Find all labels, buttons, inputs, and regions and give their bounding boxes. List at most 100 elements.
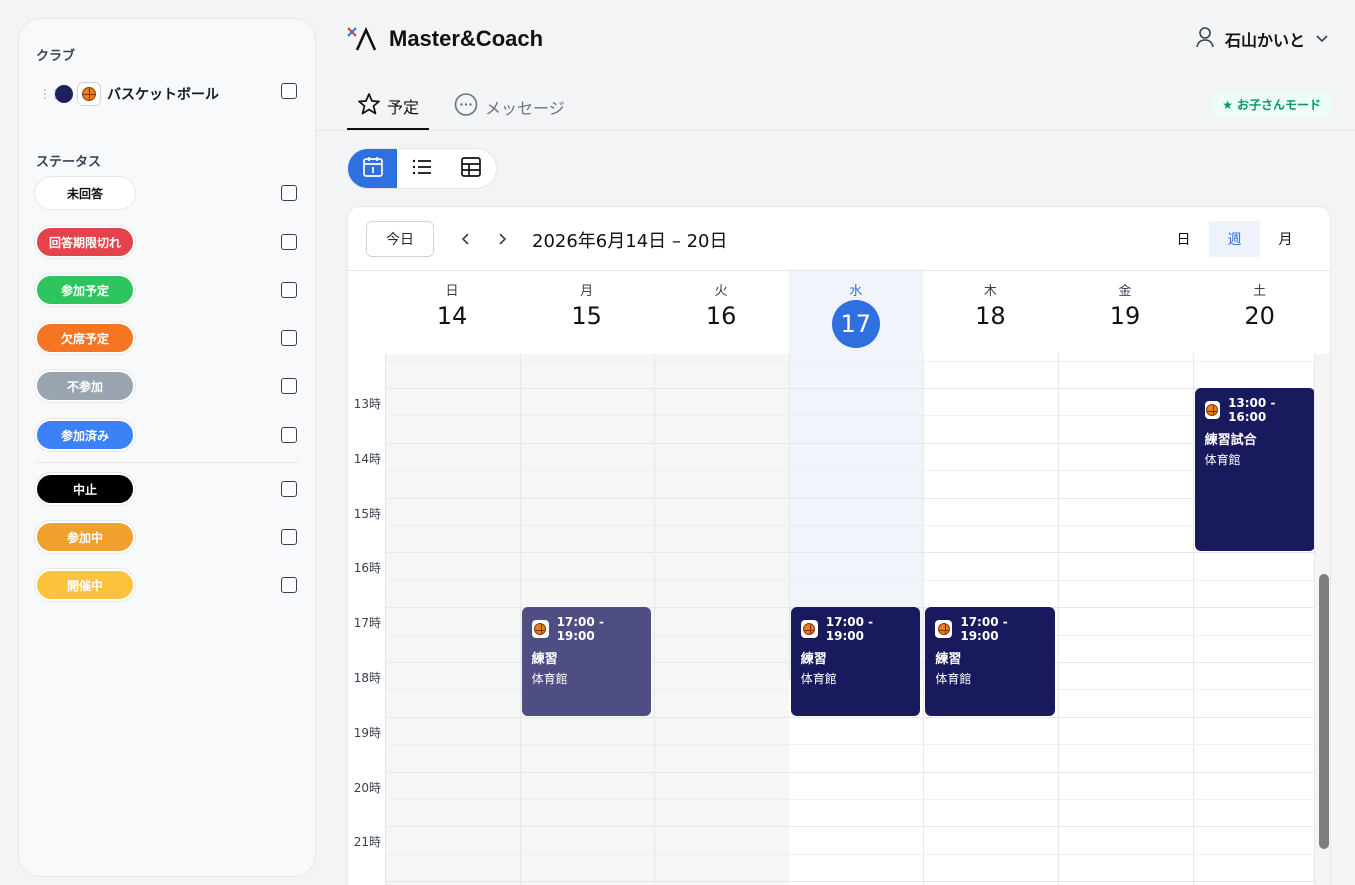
list-view-button[interactable] [397, 149, 446, 188]
status-checkbox[interactable] [281, 481, 297, 497]
day-column[interactable] [654, 354, 789, 885]
status-pill: 参加済み [35, 419, 135, 451]
star-filled-icon: ★ [1222, 97, 1233, 112]
hour-line [385, 497, 1314, 499]
hour-line [385, 552, 1314, 554]
status-section-title: ステータス [36, 155, 102, 170]
status-checkbox[interactable] [281, 282, 297, 298]
hour-label: 21時 [353, 835, 381, 850]
club-color-dot [55, 85, 73, 103]
club-checkbox[interactable] [281, 83, 297, 99]
tab-messages-label: メッセージ [485, 99, 565, 118]
today-date-number: 17 [831, 300, 880, 348]
status-pill: 開催中 [35, 569, 135, 601]
event-location: 体育館 [935, 672, 972, 687]
user-menu[interactable]: 石山かいと [1195, 26, 1329, 52]
range-selector: 日 週 月 [1158, 221, 1311, 257]
event-time: 17:00 - 19:00 [556, 615, 604, 644]
status-checkbox[interactable] [281, 529, 297, 545]
half-hour-line [385, 415, 1314, 417]
chevron-down-icon [1315, 30, 1329, 49]
weekday-label: 火 [714, 284, 728, 299]
club-filter-row[interactable]: ⋮⋮ バスケットボール [39, 81, 301, 107]
event-location: 体育館 [531, 672, 568, 687]
hour-label: 17時 [353, 616, 381, 631]
date-range-label: 2026年6月14日 – 20日 [532, 231, 728, 252]
month-view-button[interactable]: 月 [1260, 221, 1311, 257]
status-pill: 参加予定 [35, 274, 135, 306]
day-view-button[interactable]: 日 [1158, 221, 1209, 257]
hour-label: 19時 [353, 725, 381, 740]
event-title: 練習 [531, 652, 558, 668]
star-icon [357, 92, 381, 120]
weekday-label: 月 [580, 284, 594, 299]
status-checkbox[interactable] [281, 185, 297, 201]
date-number: 15 [571, 302, 602, 330]
day-header[interactable]: 月 15 [520, 271, 654, 354]
calendar-event[interactable]: 13:00 - 16:00 練習試合 体育館 [1194, 388, 1314, 552]
half-hour-line [385, 744, 1314, 746]
user-icon [1195, 26, 1215, 52]
hour-label: 14時 [353, 451, 381, 466]
day-column[interactable] [385, 354, 520, 885]
day-column[interactable] [1058, 354, 1193, 885]
app-title: Master&Coach [389, 26, 544, 51]
day-header[interactable]: 土 20 [1193, 271, 1327, 354]
drag-handle-icon[interactable]: ⋮⋮ [39, 87, 61, 101]
event-title: 練習 [800, 652, 827, 668]
half-hour-line [385, 853, 1314, 855]
basketball-icon [77, 82, 101, 106]
chevron-right-icon[interactable] [492, 229, 512, 249]
hour-label: 16時 [353, 561, 381, 576]
calendar-view-button[interactable] [348, 149, 398, 188]
hour-label: 20時 [353, 780, 381, 795]
logo-mark-icon [347, 26, 381, 52]
club-name: バスケットボール [107, 87, 219, 103]
basketball-icon [800, 620, 818, 639]
date-number: 20 [1244, 302, 1275, 330]
half-hour-line [385, 799, 1314, 800]
kid-mode-badge[interactable]: ★ お子さんモード [1212, 92, 1331, 117]
basketball-icon [1204, 401, 1221, 419]
day-header[interactable]: 金 19 [1058, 271, 1192, 354]
date-number: 14 [436, 302, 468, 330]
day-header[interactable]: 水 17 [788, 271, 923, 354]
today-button[interactable]: 今日 [366, 221, 434, 257]
scrollbar-thumb[interactable] [1319, 574, 1329, 849]
filter-sidebar: クラブ ⋮⋮ バスケットボール ステータス 未回答 回答期限切れ 参加予定 欠席予定不… [18, 18, 316, 877]
half-hour-line [385, 360, 1314, 362]
calendar-icon [361, 155, 385, 183]
tab-schedule[interactable]: 予定 [347, 84, 430, 130]
table-icon [459, 155, 483, 183]
half-hour-line [385, 525, 1314, 526]
week-view-button[interactable]: 週 [1209, 221, 1260, 257]
day-header[interactable]: 日 14 [385, 271, 519, 354]
half-hour-line [385, 579, 1314, 581]
calendar-event[interactable]: 17:00 - 19:00 練習体育館 [521, 607, 652, 716]
day-header[interactable]: 火 16 [654, 271, 788, 354]
calendar-scrollbar[interactable] [1314, 354, 1330, 885]
status-checkbox[interactable] [281, 234, 297, 250]
status-pill: 未回答 [35, 177, 135, 209]
calendar-event[interactable]: 17:00 - 19:00 練習 体育館 [925, 607, 1055, 716]
tab-messages[interactable]: メッセージ [443, 84, 575, 130]
header-divider [316, 130, 1355, 131]
status-checkbox[interactable] [281, 330, 297, 346]
status-checkbox[interactable] [281, 378, 297, 394]
basketball-icon [531, 620, 549, 639]
day-header[interactable]: 木 18 [923, 271, 1057, 354]
half-hour-line [385, 470, 1314, 472]
status-checkbox[interactable] [281, 577, 297, 593]
tab-schedule-label: 予定 [387, 98, 420, 117]
event-time: 17:00 - 19:00 [960, 615, 1008, 644]
hour-line [385, 771, 1314, 773]
chevron-left-icon[interactable] [456, 229, 476, 249]
time-gutter: 13時 14時 15時 16時 17時 18時 19時 20時 21時 [348, 354, 385, 885]
table-view-button[interactable] [447, 149, 496, 188]
event-title: 練習試合 [1204, 433, 1257, 448]
calendar-event[interactable]: 17:00 - 19:00 練習 体育館 [790, 607, 921, 716]
hour-label: 18時 [353, 671, 381, 685]
event-time: 13:00 - 16:00 [1228, 396, 1276, 424]
date-number: 16 [705, 302, 737, 330]
status-checkbox[interactable] [281, 427, 297, 443]
